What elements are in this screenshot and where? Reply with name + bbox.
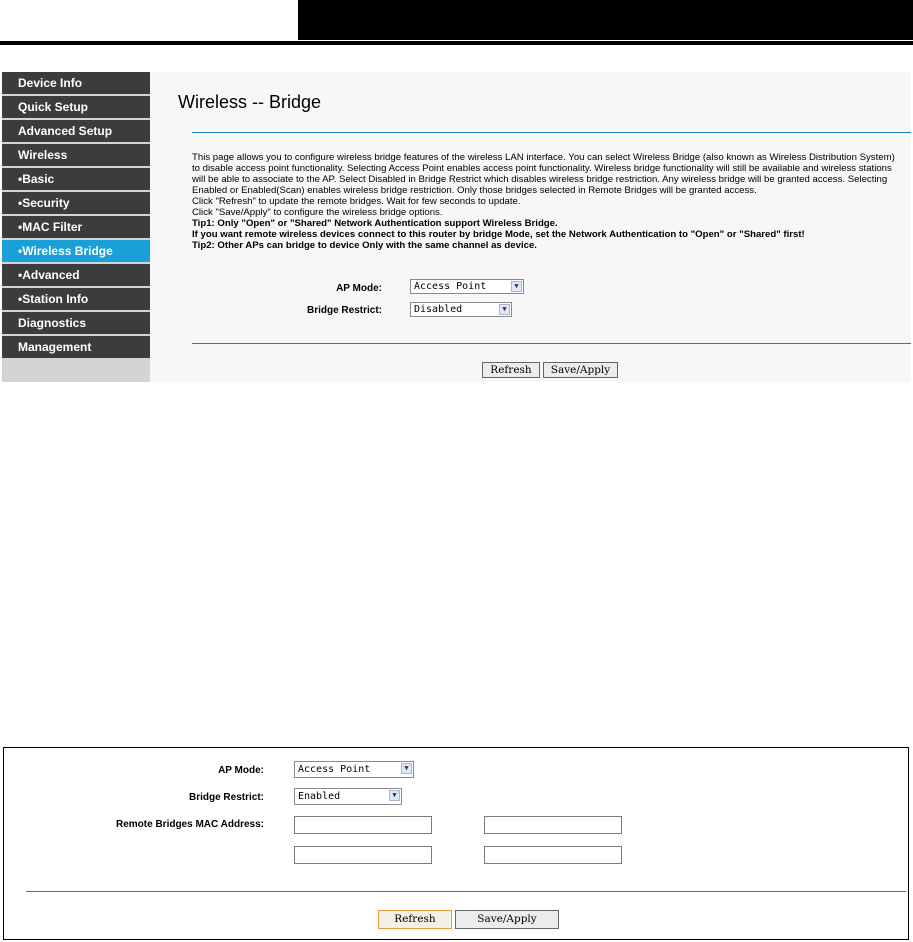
mac-address-input-3[interactable]	[294, 846, 432, 864]
mac-address-input-1[interactable]	[294, 816, 432, 834]
save-apply-button[interactable]: Save/Apply	[455, 910, 559, 929]
ap-mode-label: AP Mode:	[218, 765, 264, 776]
remote-mac-label: Remote Bridges MAC Address:	[116, 819, 264, 830]
page-title: Wireless -- Bridge	[178, 92, 322, 112]
bridge-restrict-label: Bridge Restrict:	[188, 792, 264, 803]
chevron-down-icon: ▼	[389, 790, 400, 801]
ap-mode-value: Access Point	[414, 281, 487, 292]
form-divider	[192, 343, 911, 344]
sidebar-item-mac-filter[interactable]: •MAC Filter	[2, 216, 150, 238]
bridge-restrict-label: Bridge Restrict:	[306, 305, 382, 316]
sidebar-item-quick-setup[interactable]: Quick Setup	[2, 96, 150, 118]
bridge-restrict-select[interactable]: Enabled ▼	[294, 788, 402, 805]
tip-1: Tip1: Only "Open" or "Shared" Network Au…	[192, 218, 558, 229]
chevron-down-icon: ▼	[499, 304, 510, 315]
ap-mode-select[interactable]: Access Point ▼	[294, 761, 414, 778]
chevron-down-icon: ▼	[401, 763, 412, 774]
description-paragraph: This page allows you to configure wirele…	[192, 152, 895, 196]
tip-2: Tip2: Other APs can bridge to device Onl…	[192, 240, 537, 251]
sidebar: Device Info Quick Setup Advanced Setup W…	[2, 72, 150, 382]
sidebar-item-device-info[interactable]: Device Info	[2, 72, 150, 94]
title-divider	[192, 132, 911, 133]
header-bar	[298, 0, 913, 40]
sidebar-item-wireless-bridge[interactable]: •Wireless Bridge	[2, 240, 150, 262]
form-divider	[26, 891, 906, 892]
sidebar-item-station-info[interactable]: •Station Info	[2, 288, 150, 310]
header-rule	[0, 41, 913, 45]
mac-address-input-2[interactable]	[484, 816, 622, 834]
bridge-restrict-select[interactable]: Disabled ▼	[410, 302, 512, 317]
ap-mode-select[interactable]: Access Point ▼	[410, 279, 524, 294]
sidebar-item-diagnostics[interactable]: Diagnostics	[2, 312, 150, 334]
wireless-bridge-screenshot-1: Device Info Quick Setup Advanced Setup W…	[2, 72, 911, 382]
sidebar-item-management[interactable]: Management	[2, 336, 150, 358]
save-instruction: Click "Save/Apply" to configure the wire…	[192, 207, 443, 218]
sidebar-item-security[interactable]: •Security	[2, 192, 150, 214]
refresh-instruction: Click "Refresh" to update the remote bri…	[192, 196, 521, 207]
sidebar-item-advanced[interactable]: •Advanced	[2, 264, 150, 286]
refresh-button[interactable]: Refresh	[482, 362, 540, 378]
chevron-down-icon: ▼	[511, 281, 522, 292]
sidebar-item-basic[interactable]: •Basic	[2, 168, 150, 190]
bridge-restrict-value: Enabled	[298, 791, 341, 802]
description-text: This page allows you to configure wirele…	[192, 152, 904, 251]
save-apply-button[interactable]: Save/Apply	[543, 362, 618, 378]
refresh-button[interactable]: Refresh	[378, 910, 452, 929]
sidebar-item-advanced-setup[interactable]: Advanced Setup	[2, 120, 150, 142]
ap-mode-value: Access Point	[298, 764, 371, 775]
sidebar-item-wireless[interactable]: Wireless	[2, 144, 150, 166]
tip-1-note: If you want remote wireless devices conn…	[192, 229, 805, 240]
main-content: Wireless -- Bridge This page allows you …	[152, 72, 911, 382]
wireless-bridge-screenshot-2: AP Mode: Access Point ▼ Bridge Restrict:…	[3, 747, 909, 940]
bridge-restrict-value: Disabled	[414, 304, 463, 315]
ap-mode-label: AP Mode:	[336, 283, 382, 294]
mac-address-input-4[interactable]	[484, 846, 622, 864]
